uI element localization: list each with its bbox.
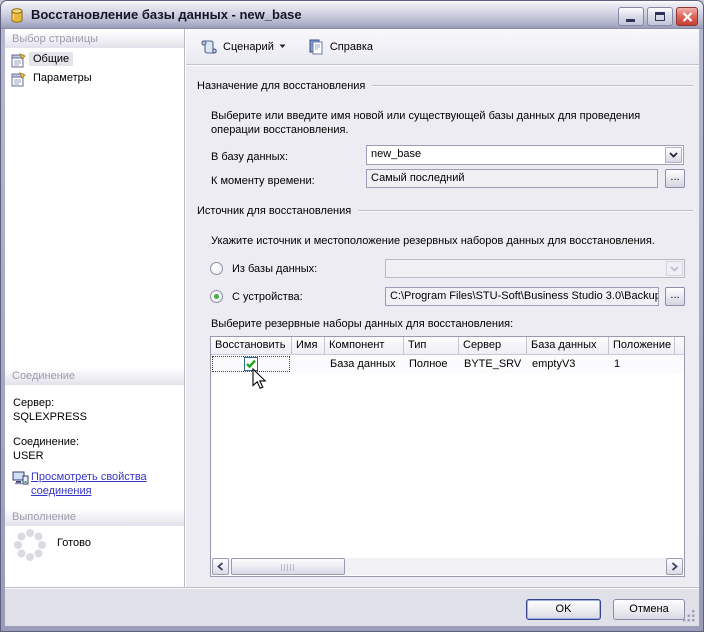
resize-grip[interactable]	[683, 610, 695, 622]
column-header-position: Положение	[609, 337, 675, 354]
page-icon	[11, 71, 27, 87]
from-database-combobox	[385, 259, 685, 278]
connection-label: Соединение:	[13, 436, 79, 448]
footer: OK Отмена	[5, 587, 699, 626]
from-device-label: С устройства:	[232, 291, 303, 303]
from-device-browse-button[interactable]: ...	[665, 287, 685, 306]
connection-value: USER	[13, 450, 44, 462]
chevron-down-icon	[279, 44, 286, 49]
scroll-right-button[interactable]	[666, 558, 683, 575]
help-button-label: Справка	[330, 41, 373, 53]
source-description: Укажите источник и местоположение резерв…	[211, 234, 704, 248]
sidebar-item-label: Параметры	[29, 71, 96, 85]
group-divider	[372, 85, 693, 87]
help-icon	[308, 38, 325, 55]
help-button[interactable]: Справка	[302, 35, 379, 58]
from-device-field[interactable]: C:\Program Files\STU-Soft\Business Studi…	[385, 287, 659, 306]
cell-type: Полное	[404, 355, 459, 374]
dialog-client: Выбор страницы Общие Параметры	[5, 29, 699, 626]
sidebar-item-parameters[interactable]: Параметры	[5, 70, 184, 88]
scroll-left-button[interactable]	[212, 558, 229, 575]
script-button-label: Сценарий	[223, 41, 274, 53]
titlebar[interactable]: Восстановление базы данных - new_base	[1, 1, 703, 29]
toolbar: Сценарий Справка	[186, 29, 699, 65]
to-time-field[interactable]: Самый последний	[366, 169, 658, 188]
cancel-button[interactable]: Отмена	[613, 599, 685, 620]
scrollbar-thumb[interactable]	[231, 558, 345, 575]
radio-selected-dot	[214, 294, 219, 299]
server-label: Сервер:	[13, 397, 54, 409]
ok-button[interactable]: OK	[526, 599, 601, 620]
progress-status: Готово	[57, 537, 91, 549]
script-icon	[200, 38, 218, 55]
to-time-browse-button[interactable]: ...	[665, 169, 685, 188]
destination-heading: Назначение для восстановления	[197, 80, 365, 92]
page-icon	[11, 52, 27, 68]
source-heading: Источник для восстановления	[197, 205, 351, 217]
to-time-label: К моменту времени:	[211, 175, 315, 187]
general-page: Назначение для восстановления Выберите и…	[186, 66, 699, 587]
connection-properties-icon	[12, 470, 29, 486]
combo-drop-button-disabled	[666, 261, 683, 276]
to-database-value: new_base	[371, 148, 421, 160]
scrollbar-grip	[281, 564, 295, 571]
connection-header: Соединение	[5, 368, 184, 385]
server-value: SQLEXPRESS	[13, 411, 87, 423]
chevron-down-icon	[670, 266, 679, 272]
sidebar: Выбор страницы Общие Параметры	[5, 29, 185, 589]
minimize-button[interactable]	[618, 7, 644, 26]
to-database-combobox[interactable]: new_base	[366, 145, 684, 165]
mouse-cursor	[252, 368, 268, 390]
sidebar-item-label: Общие	[29, 52, 73, 66]
horizontal-scrollbar[interactable]	[212, 558, 683, 575]
progress-header: Выполнение	[5, 509, 184, 526]
progress-spinner-icon	[13, 528, 47, 562]
restore-database-dialog: Восстановление базы данных - new_base Вы…	[0, 0, 704, 632]
chevron-right-icon	[671, 562, 678, 571]
column-header-server: Сервер	[459, 337, 527, 354]
from-device-radio[interactable]	[210, 290, 223, 303]
close-icon	[682, 12, 693, 22]
cell-database: emptyV3	[527, 355, 609, 374]
maximize-button[interactable]	[647, 7, 673, 26]
cell-position: 1	[609, 355, 675, 374]
connection-properties-link[interactable]: Просмотреть свойства соединения	[31, 470, 171, 498]
column-header-component: Компонент	[325, 337, 404, 354]
table-header: Восстановить Имя Компонент Тип Сервер Ба…	[211, 337, 684, 355]
combo-drop-button[interactable]	[665, 147, 682, 163]
column-header-type: Тип	[404, 337, 459, 354]
column-header-name: Имя	[292, 337, 325, 354]
from-database-radio[interactable]	[210, 262, 223, 275]
cell-server: BYTE_SRV	[459, 355, 527, 374]
pages-header: Выбор страницы	[5, 31, 184, 48]
close-button[interactable]	[676, 7, 698, 26]
window-title: Восстановление базы данных - new_base	[31, 1, 302, 28]
table-row[interactable]: База данных Полное BYTE_SRV emptyV3 1	[211, 355, 684, 374]
from-database-label: Из базы данных:	[232, 263, 317, 275]
backup-sets-table: Восстановить Имя Компонент Тип Сервер Ба…	[210, 336, 685, 577]
group-divider	[358, 210, 693, 212]
cell-component: База данных	[325, 355, 404, 374]
chevron-left-icon	[217, 562, 224, 571]
destination-description: Выберите или введите имя новой или сущес…	[211, 109, 666, 137]
column-header-database: База данных	[527, 337, 609, 354]
to-database-label: В базу данных:	[211, 151, 288, 163]
column-header-restore: Восстановить	[211, 337, 292, 354]
script-button[interactable]: Сценарий	[194, 35, 292, 58]
sidebar-item-general[interactable]: Общие	[5, 51, 184, 69]
backup-sets-label: Выберите резервные наборы данных для вос…	[211, 318, 513, 330]
chevron-down-icon	[669, 152, 678, 158]
database-icon	[9, 7, 25, 23]
